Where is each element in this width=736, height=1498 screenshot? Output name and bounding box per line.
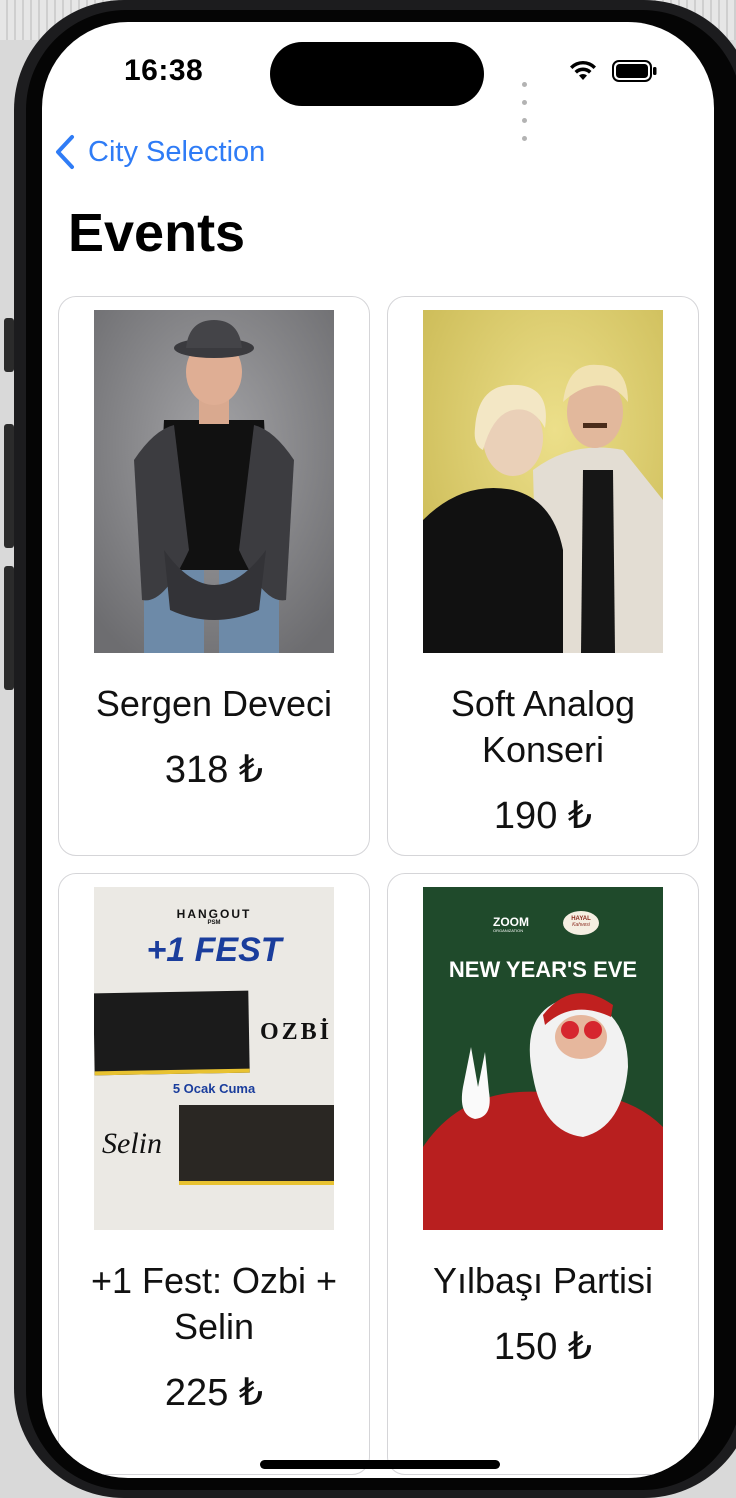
back-button-label: City Selection [88, 135, 266, 168]
event-price: 150 ₺ [493, 1326, 593, 1368]
event-title: Sergen Deveci [95, 683, 333, 724]
event-price: 225 ₺ [164, 1372, 264, 1414]
event-price: 318 ₺ [164, 749, 264, 791]
event-title: Soft Analog Konseri [450, 683, 636, 770]
poster-photo-2 [179, 1105, 334, 1185]
volume-down-button [4, 566, 14, 690]
cellular-signal-icon [522, 74, 530, 146]
poster-artist-1: OZBİ [260, 1019, 333, 1045]
poster-venue: HANGOUT [176, 907, 252, 921]
event-card[interactable]: ZOOM ORGANIZATION HAYAL Kahvesi NEW YEAR… [387, 873, 699, 1475]
event-poster-image: HANGOUT PSM +1 FEST OZBİ 5 Ocak Cuma Sel… [94, 887, 334, 1230]
event-poster-image [94, 310, 334, 653]
poster-date: 5 Ocak Cuma [172, 1081, 256, 1096]
event-poster-image: ZOOM ORGANIZATION HAYAL Kahvesi NEW YEAR… [423, 887, 663, 1230]
event-title: +1 Fest: Ozbi + Selin [90, 1260, 338, 1347]
home-indicator[interactable] [260, 1460, 500, 1469]
poster-photo-1 [94, 990, 250, 1076]
poster-fest: +1 FEST [146, 931, 282, 969]
chevron-left-icon [56, 135, 74, 169]
event-card[interactable]: HANGOUT PSM +1 FEST OZBİ 5 Ocak Cuma Sel… [58, 873, 370, 1475]
event-title: Yılbaşı Partisi [432, 1260, 654, 1301]
battery-icon [612, 60, 657, 82]
volume-up-button [4, 424, 14, 548]
back-button[interactable]: City Selection [54, 134, 265, 170]
event-card[interactable]: Sergen Deveci 318 ₺ [58, 296, 370, 856]
poster-venue-sub: PSM [207, 920, 221, 926]
status-time: 16:38 [124, 54, 204, 87]
event-card[interactable]: Soft Analog Konseri 190 ₺ [387, 296, 699, 856]
phone-screen: 16:38 City Selection Events Sergen Devec… [42, 22, 714, 1478]
action-button [4, 318, 14, 372]
dynamic-island [270, 42, 484, 106]
page-title: Events [68, 203, 246, 263]
poster-artist-2: Selin [102, 1127, 162, 1160]
event-price: 190 ₺ [493, 795, 593, 837]
wifi-icon [570, 60, 596, 80]
event-poster-image [423, 310, 663, 653]
